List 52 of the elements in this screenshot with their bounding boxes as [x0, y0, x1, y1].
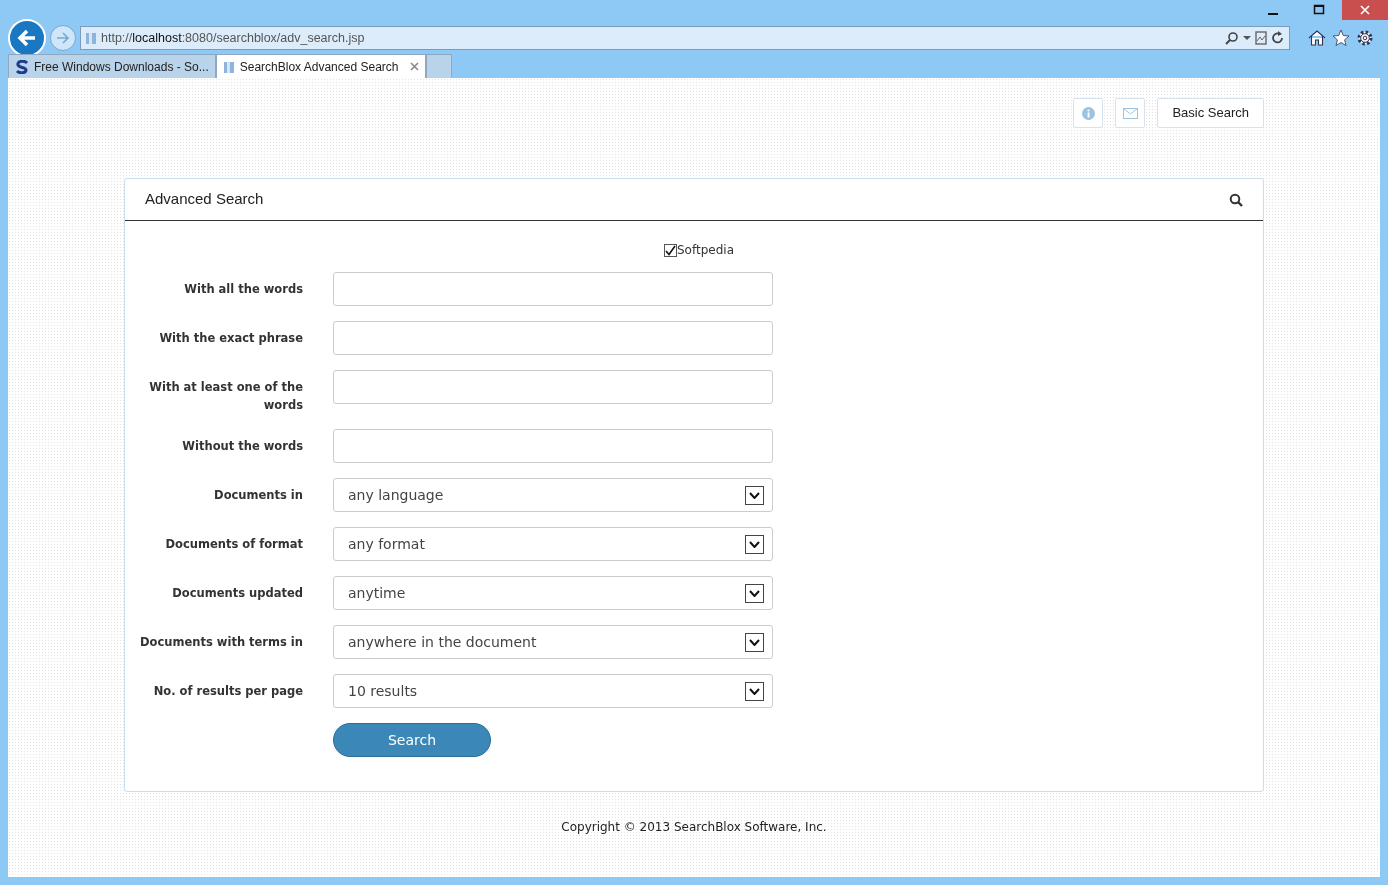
search-button[interactable]: Search	[333, 723, 491, 757]
field-label: Documents in	[213, 487, 303, 504]
select-field[interactable]: anytime	[333, 576, 773, 610]
back-button[interactable]	[8, 19, 46, 57]
select-field[interactable]: any language	[333, 478, 773, 512]
checkbox-label: Softpedia	[677, 242, 734, 259]
checkbox[interactable]	[664, 243, 677, 257]
select-field[interactable]: 10 results	[333, 674, 773, 708]
select-field[interactable]: any format	[333, 527, 773, 561]
browser-tab[interactable]: Free Windows Downloads - So...	[8, 54, 216, 78]
panel-title: Advanced Search	[145, 189, 264, 210]
input-field[interactable]	[333, 272, 773, 306]
caret-icon	[745, 681, 764, 701]
settings-icon[interactable]	[1356, 29, 1374, 47]
copyright-text: Copyright © 2013 SearchBlox Software, Inc.	[560, 819, 828, 836]
search-icon[interactable]	[1225, 31, 1239, 45]
input-field[interactable]	[333, 429, 773, 463]
browser-tab[interactable]: SearchBlox Advanced Search	[215, 54, 426, 78]
field-label: With the exact phrase	[158, 330, 303, 347]
select-field[interactable]: anywhere in the document	[333, 625, 773, 659]
basic-search-button[interactable]: Basic Search	[1157, 98, 1264, 128]
maximize-icon	[1313, 4, 1325, 16]
page-icon	[222, 59, 235, 74]
home-icon[interactable]	[1308, 29, 1326, 47]
caret-icon	[745, 632, 764, 652]
field-label: Without the words	[181, 438, 303, 455]
input-field[interactable]	[333, 321, 773, 355]
site-logo-icon	[15, 59, 29, 74]
minimize-icon	[1268, 13, 1278, 15]
caret-icon	[745, 534, 764, 554]
back-arrow-icon	[16, 27, 38, 49]
dropdown-icon[interactable]	[1243, 35, 1251, 41]
page-icon	[85, 31, 97, 45]
star-icon[interactable]	[1332, 29, 1350, 47]
field-label: Documents updated	[171, 585, 303, 602]
address-bar[interactable]: http://localhost:8080/searchblox/adv_search.jsp	[80, 26, 1290, 50]
close-tab-icon[interactable]	[409, 62, 419, 71]
field-label: No. of results per page	[152, 683, 303, 700]
refresh-icon[interactable]	[1271, 31, 1285, 45]
forward-arrow-icon	[55, 30, 71, 46]
url-text: http://localhost:8080/searchblox/adv_search.jsp	[101, 29, 366, 47]
input-field[interactable]	[333, 370, 773, 404]
field-label: With all the words	[183, 281, 303, 298]
caret-icon	[745, 583, 764, 603]
envelope-icon	[1122, 107, 1138, 119]
close-icon	[1360, 5, 1370, 15]
field-label: Documents of format	[164, 536, 303, 553]
field-label: With at least one of the words	[148, 379, 303, 414]
info-icon	[1081, 106, 1095, 120]
caret-icon	[745, 485, 764, 505]
field-label: Documents with terms in	[139, 634, 303, 651]
search-icon[interactable]	[1229, 192, 1243, 207]
